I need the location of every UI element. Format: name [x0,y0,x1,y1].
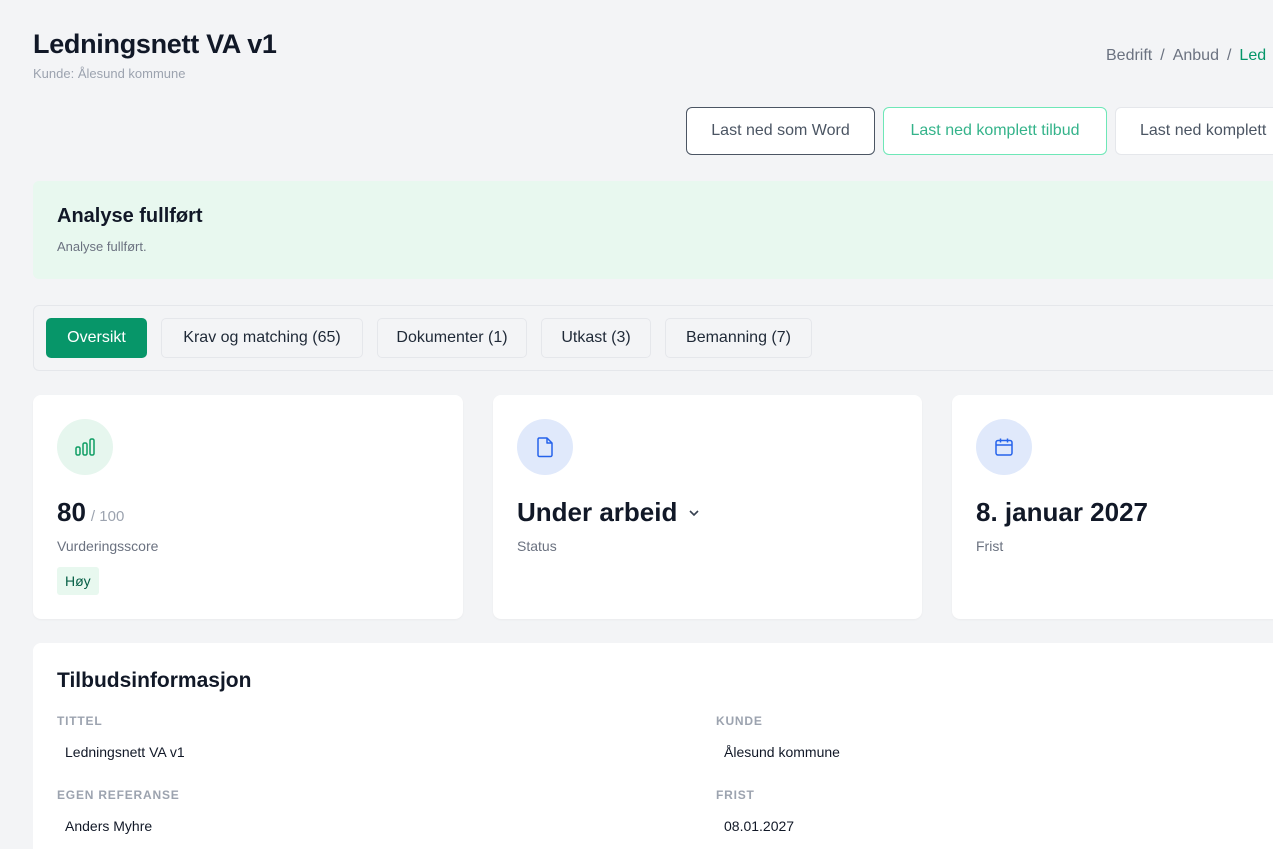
score-label: Vurderingsscore [57,538,159,554]
field-value-title: Ledningsnett VA v1 [65,744,185,760]
status-label: Status [517,538,557,554]
status-dropdown[interactable]: Under arbeid [517,497,701,528]
calendar-icon [976,419,1032,475]
breadcrumb-separator: / [1160,47,1165,64]
status-card: Under arbeid Status [493,395,922,619]
document-icon [517,419,573,475]
offer-info-section: Tilbudsinformasjon TITTEL Ledningsnett V… [33,643,1273,849]
breadcrumb-item-bedrift[interactable]: Bedrift [1106,47,1152,64]
alert-text: Analyse fullført. [57,239,147,254]
bar-chart-icon [57,419,113,475]
deadline-card: 8. januar 2027 Frist [952,395,1273,619]
field-label-deadline: FRIST [716,788,755,802]
deadline-label: Frist [976,538,1004,554]
page-title: Ledningsnett VA v1 [33,29,277,59]
page-subtitle: Kunde: Ålesund kommune [33,66,186,81]
analysis-complete-alert: Analyse fullført Analyse fullført. [33,181,1273,279]
field-value-deadline: 08.01.2027 [724,818,795,834]
field-value-customer: Ålesund kommune [724,744,840,760]
download-word-button[interactable]: Last ned som Word [686,107,875,155]
breadcrumb-item-current[interactable]: Led [1239,47,1266,64]
score-value: 80 [57,497,86,527]
breadcrumb-item-anbud[interactable]: Anbud [1173,47,1219,64]
field-label-title: TITTEL [57,714,103,728]
download-full-offer-button[interactable]: Last ned komplett tilbud [883,107,1107,155]
field-label-customer: KUNDE [716,714,763,728]
score-denominator: / 100 [90,508,125,525]
score-level-badge: Høy [57,567,99,595]
status-value: Under arbeid [517,497,678,527]
breadcrumb-separator: / [1226,47,1232,64]
tab-bemanning[interactable]: Bemanning (7) [665,318,812,358]
score-value-row: 80 / 100 [57,497,124,528]
download-full-button-2[interactable]: Last ned komplett [1115,107,1273,155]
tab-dokumenter[interactable]: Dokumenter (1) [377,318,527,358]
tab-bar: Oversikt Krav og matching (65) Dokumente… [33,305,1273,371]
tab-oversikt[interactable]: Oversikt [46,318,147,358]
section-title: Tilbudsinformasjon [57,669,252,692]
alert-title: Analyse fullført [57,205,203,227]
score-card: 80 / 100 Vurderingsscore Høy [33,395,463,619]
tab-utkast[interactable]: Utkast (3) [541,318,651,358]
chevron-down-icon [687,506,701,520]
field-label-reference: EGEN REFERANSE [57,788,180,802]
tab-krav-og-matching[interactable]: Krav og matching (65) [161,318,363,358]
field-value-reference: Anders Myhre [65,818,153,834]
deadline-value: 8. januar 2027 [976,497,1148,527]
breadcrumb: Bedrift / Anbud / Led [1106,47,1266,65]
